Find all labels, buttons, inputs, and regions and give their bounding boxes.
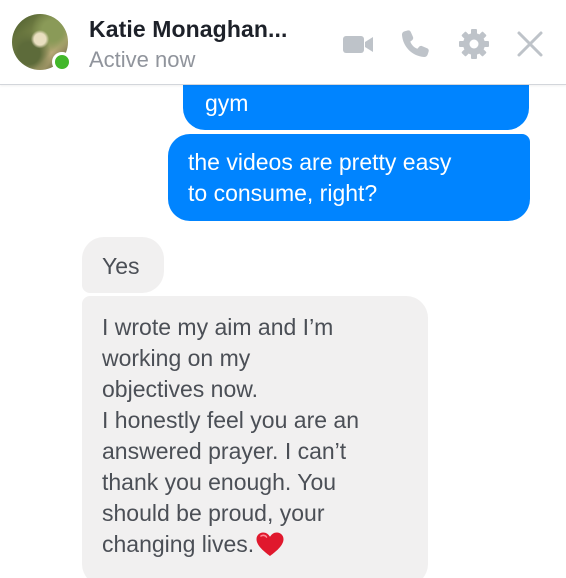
active-status-text: Active now — [89, 47, 196, 72]
heart-icon — [255, 531, 285, 557]
incoming-message[interactable]: Yes — [82, 237, 164, 293]
message-text: Yes — [102, 253, 140, 279]
video-camera-icon[interactable] — [341, 27, 375, 61]
chat-window: Katie Monaghan... Active now gym the vid… — [0, 0, 566, 578]
message-text: the videos are pretty easy to consume, r… — [188, 149, 452, 206]
chat-header: Katie Monaghan... Active now — [0, 0, 566, 85]
active-status-dot — [52, 52, 72, 72]
close-icon[interactable] — [513, 27, 547, 61]
outgoing-message[interactable]: the videos are pretty easy to consume, r… — [168, 134, 530, 221]
message-text: I wrote my aim and I’m working on my obj… — [102, 314, 359, 557]
contact-name[interactable]: Katie Monaghan... — [89, 16, 288, 43]
incoming-message[interactable]: I wrote my aim and I’m working on my obj… — [82, 296, 428, 578]
gear-icon[interactable] — [457, 27, 491, 61]
phone-icon[interactable] — [398, 27, 432, 61]
message-text: gym — [205, 90, 249, 116]
